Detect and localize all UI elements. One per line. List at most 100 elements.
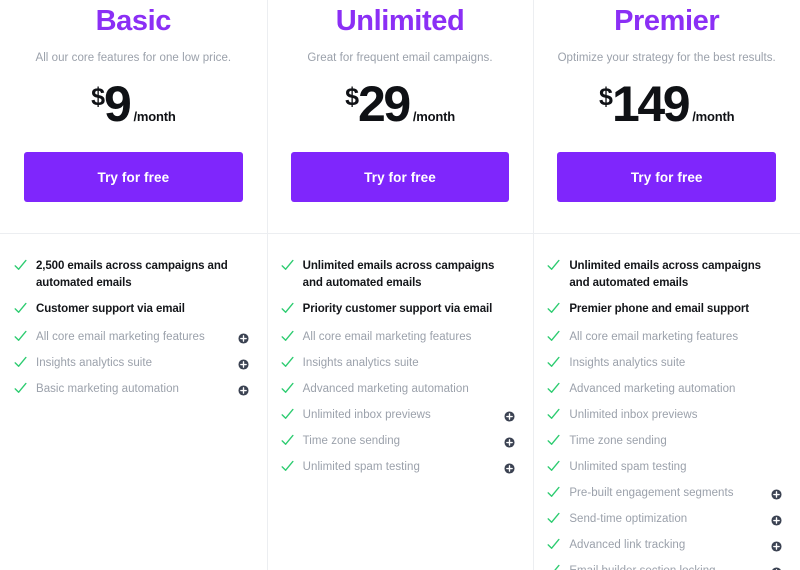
check-icon <box>547 460 560 474</box>
feature-item: Basic marketing automation <box>14 377 249 403</box>
pricing-table: Basic All our core features for one low p… <box>0 0 800 570</box>
plus-circle-icon[interactable] <box>238 383 249 396</box>
features-list: Unlimited emails across campaigns and au… <box>267 234 534 481</box>
price-period: /month <box>412 109 455 124</box>
check-icon <box>547 538 560 552</box>
feature-item: Unlimited emails across campaigns and au… <box>281 254 516 297</box>
check-icon <box>14 259 27 273</box>
price-amount: 149 <box>611 76 691 132</box>
plan-name: Unlimited <box>335 5 465 37</box>
plan-header: Premier Optimize your strategy for the be… <box>533 0 800 129</box>
check-icon <box>547 408 560 422</box>
check-icon <box>281 302 294 316</box>
price-amount: 29 <box>357 76 411 132</box>
plan-header: Unlimited Great for frequent email campai… <box>267 0 534 129</box>
feature-item: Time zone sending <box>281 429 516 455</box>
features-list: 2,500 emails across campaigns and automa… <box>0 234 267 403</box>
plus-circle-icon[interactable] <box>504 435 515 448</box>
plus-circle-icon[interactable] <box>504 461 515 474</box>
info-icon-spacer <box>771 355 782 366</box>
check-icon <box>281 408 294 422</box>
feature-label: Send-time optimization <box>569 513 688 525</box>
feature-label: Insights analytics suite <box>569 357 686 369</box>
feature-label: Advanced link tracking <box>569 539 686 551</box>
check-icon <box>547 302 560 316</box>
feature-label: Unlimited emails across campaigns and au… <box>302 260 495 289</box>
price-period: /month <box>133 109 176 124</box>
plan-name: Basic <box>95 5 172 37</box>
feature-item: Insights analytics suite <box>14 351 249 377</box>
feature-item: Email builder section locking <box>547 559 782 570</box>
plan-tagline: All our core features for one low price. <box>35 52 232 64</box>
check-icon <box>547 382 560 396</box>
plus-circle-icon[interactable] <box>771 487 782 500</box>
feature-item: Advanced link tracking <box>547 533 782 559</box>
feature-item: Advanced marketing automation <box>281 377 516 403</box>
plus-circle-icon[interactable] <box>238 331 249 344</box>
feature-item: Priority customer support via email <box>281 297 516 325</box>
try-for-free-button[interactable]: Try for free <box>557 152 777 202</box>
cta-container: Try for free <box>267 152 534 202</box>
feature-label: Premier phone and email support <box>569 303 750 315</box>
plan-price: $29/month <box>281 79 520 129</box>
plan-price: $9/month <box>14 79 253 129</box>
feature-label: Unlimited emails across campaigns and au… <box>569 260 761 289</box>
feature-label: Unlimited spam testing <box>302 461 420 473</box>
feature-label: Insights analytics suite <box>36 357 153 369</box>
check-icon <box>547 259 560 273</box>
info-icon-spacer <box>771 407 782 418</box>
info-icon-spacer <box>771 258 782 269</box>
plan-price: $149/month <box>547 79 786 129</box>
check-icon <box>281 382 294 396</box>
feature-label: Priority customer support via email <box>302 303 493 315</box>
info-icon-spacer <box>504 329 515 340</box>
feature-item: Unlimited inbox previews <box>547 403 782 429</box>
info-icon-spacer <box>504 381 515 392</box>
feature-label: 2,500 emails across campaigns and automa… <box>36 260 228 289</box>
check-icon <box>281 356 294 370</box>
plus-circle-icon[interactable] <box>771 513 782 526</box>
feature-item: All core email marketing features <box>14 325 249 351</box>
feature-label: Customer support via email <box>36 303 185 315</box>
price-period: /month <box>692 109 735 124</box>
feature-label: Time zone sending <box>569 435 667 447</box>
feature-label: Unlimited inbox previews <box>302 409 431 421</box>
check-icon <box>281 460 294 474</box>
plan-column-basic: Basic All our core features for one low p… <box>0 0 267 570</box>
feature-item: Premier phone and email support <box>547 297 782 325</box>
features-list: Unlimited emails across campaigns and au… <box>533 234 800 570</box>
feature-label: Insights analytics suite <box>302 357 419 369</box>
check-icon <box>281 330 294 344</box>
info-icon-spacer <box>771 301 782 312</box>
try-for-free-button[interactable]: Try for free <box>290 152 510 202</box>
price-currency-symbol: $ <box>345 83 359 111</box>
plus-circle-icon[interactable] <box>771 565 782 570</box>
feature-label: Email builder section locking <box>569 563 771 570</box>
plus-circle-icon[interactable] <box>238 357 249 370</box>
check-icon <box>547 564 560 570</box>
feature-item: Advanced marketing automation <box>547 377 782 403</box>
check-icon <box>547 356 560 370</box>
plus-circle-icon[interactable] <box>771 539 782 552</box>
check-icon <box>14 356 27 370</box>
feature-label: Time zone sending <box>302 435 401 447</box>
feature-item: Unlimited spam testing <box>547 455 782 481</box>
price-amount: 9 <box>104 76 132 132</box>
feature-label: All core email marketing features <box>302 331 472 343</box>
info-icon-spacer <box>771 433 782 444</box>
plus-circle-icon[interactable] <box>504 409 515 422</box>
try-for-free-button[interactable]: Try for free <box>24 152 243 202</box>
cta-container: Try for free <box>533 152 800 202</box>
price-currency-symbol: $ <box>599 83 613 111</box>
feature-item: Insights analytics suite <box>281 351 516 377</box>
info-icon-spacer <box>504 355 515 366</box>
check-icon <box>14 302 27 316</box>
check-icon <box>14 330 27 344</box>
check-icon <box>547 330 560 344</box>
plan-header: Basic All our core features for one low p… <box>0 0 267 129</box>
feature-item: 2,500 emails across campaigns and automa… <box>14 254 249 297</box>
plan-tagline: Optimize your strategy for the best resu… <box>557 52 776 64</box>
cta-container: Try for free <box>0 152 267 202</box>
feature-item: Customer support via email <box>14 297 249 325</box>
info-icon-spacer <box>238 258 249 269</box>
